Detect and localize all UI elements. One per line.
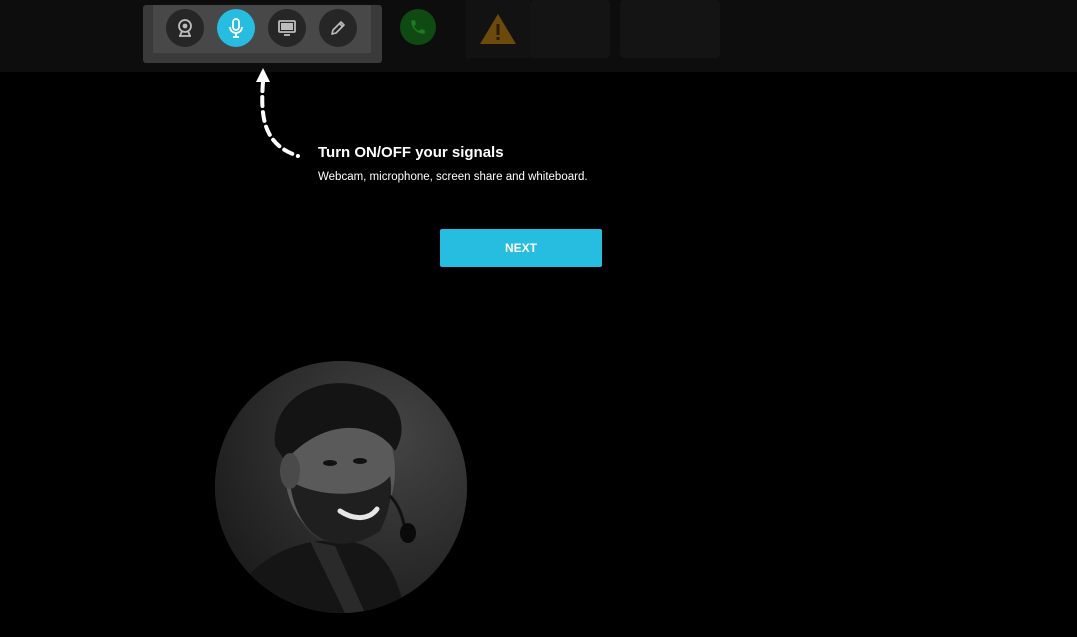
microphone-icon <box>229 18 243 38</box>
pencil-icon <box>331 21 345 35</box>
pointer-arrow <box>256 68 300 158</box>
next-button[interactable]: NEXT <box>440 229 602 267</box>
warning-button[interactable] <box>466 0 530 58</box>
toolbar-slot <box>530 0 610 58</box>
webcam-icon <box>178 19 192 37</box>
participant-avatar <box>215 361 467 613</box>
whiteboard-button[interactable] <box>319 9 357 47</box>
monitor-icon <box>278 20 296 36</box>
screen-share-button[interactable] <box>268 9 306 47</box>
phone-icon <box>411 20 425 34</box>
signals-toolbar-inner <box>153 5 371 53</box>
onboarding-overlay: Turn ON/OFF your signals Webcam, microph… <box>0 0 1077 637</box>
warning-icon <box>480 14 516 44</box>
signals-toolbar <box>143 5 382 63</box>
call-button[interactable] <box>400 9 436 45</box>
toolbar-slot <box>620 0 720 58</box>
webcam-button[interactable] <box>166 9 204 47</box>
tooltip-title: Turn ON/OFF your signals <box>318 144 504 161</box>
tooltip-description: Webcam, microphone, screen share and whi… <box>318 171 588 183</box>
microphone-button[interactable] <box>217 9 255 47</box>
user-avatar <box>215 361 467 613</box>
